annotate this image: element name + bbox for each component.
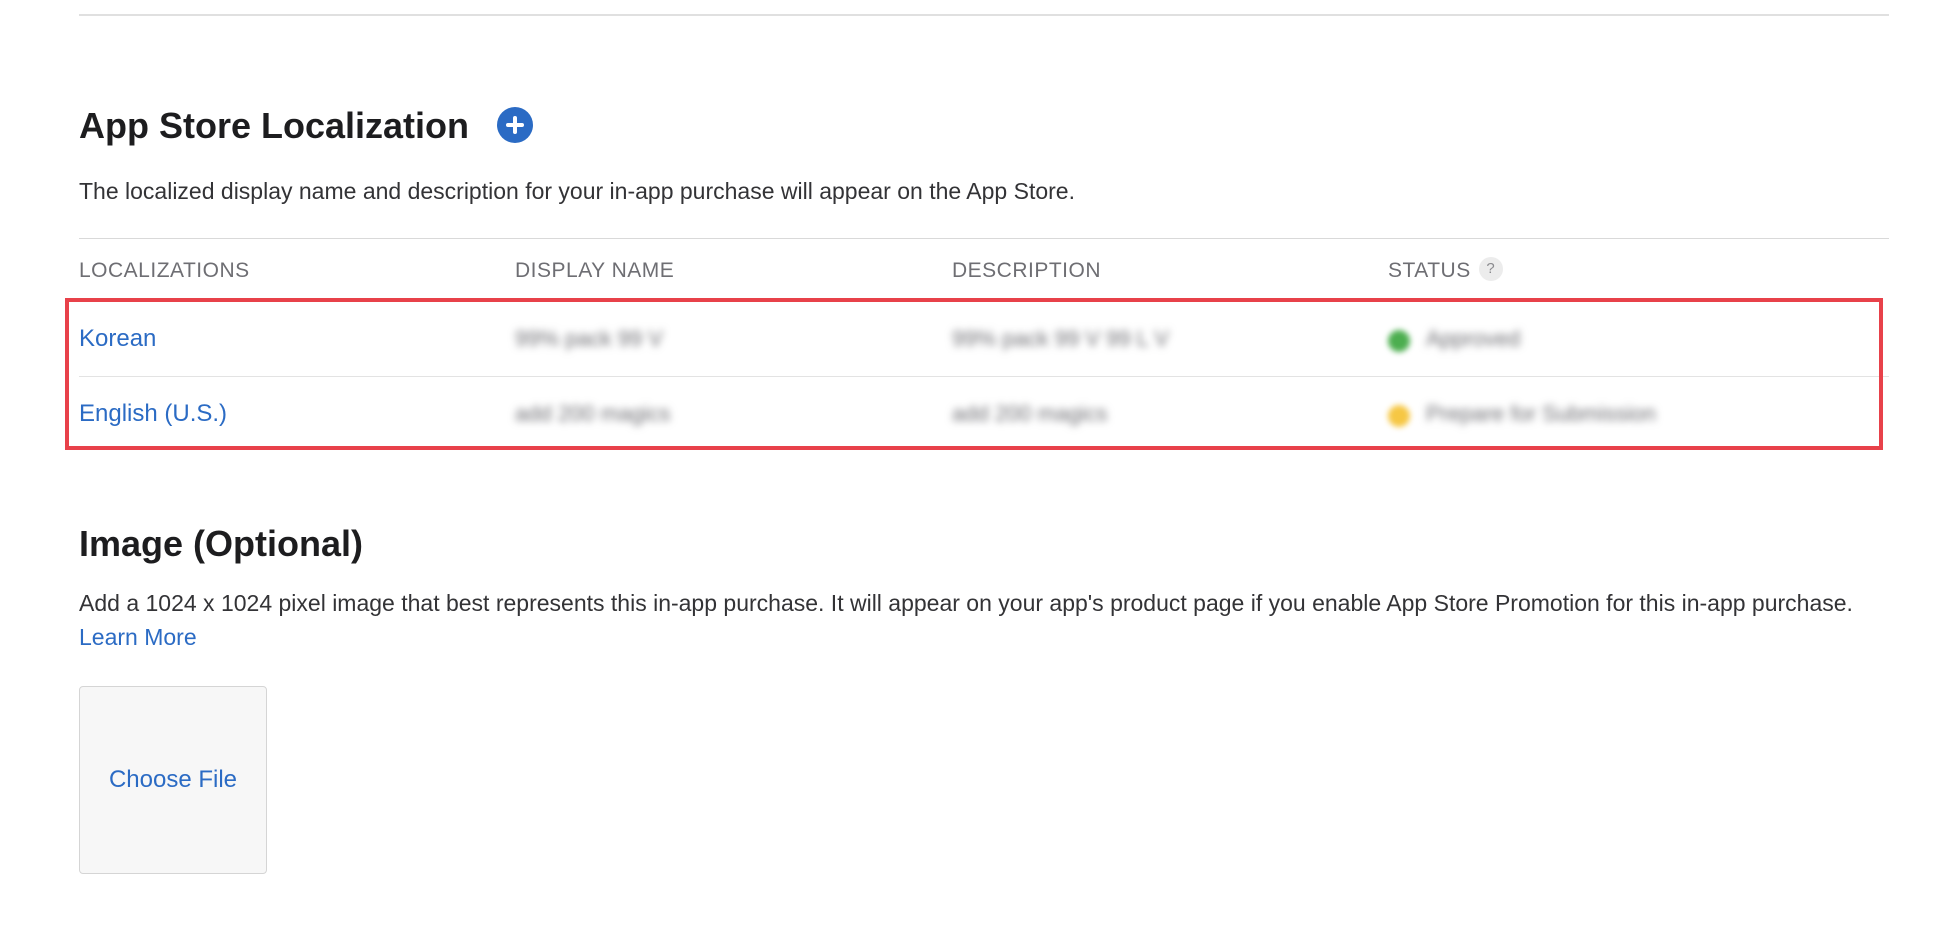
- description-cell: 99% pack 99 V 99 L V: [952, 326, 1169, 351]
- image-section-title: Image (Optional): [79, 523, 364, 564]
- learn-more-link[interactable]: Learn More: [79, 624, 197, 650]
- status-header-label: STATUS: [1388, 259, 1471, 282]
- table-row[interactable]: Korean 99% pack 99 V 99% pack 99 V 99 L …: [79, 302, 1889, 376]
- top-divider: [79, 14, 1889, 16]
- column-header-display-name: DISPLAY NAME: [515, 259, 675, 282]
- table-row[interactable]: English (U.S.) add 200 magics add 200 ma…: [79, 377, 1889, 451]
- choose-file-button[interactable]: Choose File: [80, 765, 266, 795]
- table-divider: [79, 238, 1889, 239]
- column-header-description: DESCRIPTION: [952, 259, 1102, 282]
- help-icon[interactable]: ?: [1478, 257, 1503, 282]
- column-header-localizations: LOCALIZATIONS: [79, 259, 250, 282]
- status-dot-icon: [1388, 405, 1410, 427]
- image-description-text: Add a 1024 x 1024 pixel image that best …: [79, 590, 1853, 616]
- localization-section-description: The localized display name and descripti…: [79, 178, 1075, 204]
- localization-section-title: App Store Localization: [79, 105, 470, 146]
- choose-file-dropzone[interactable]: Choose File: [79, 686, 267, 874]
- plus-circle-icon[interactable]: [497, 107, 533, 143]
- display-name-cell: 99% pack 99 V: [515, 326, 663, 351]
- localization-link-english-us[interactable]: English (U.S.): [79, 399, 227, 429]
- column-header-status: STATUS?: [1388, 257, 1503, 284]
- image-section-description: Add a 1024 x 1024 pixel image that best …: [79, 586, 1889, 654]
- status-dot-icon: [1388, 330, 1410, 352]
- status-cell: Prepare for Submission: [1426, 401, 1656, 426]
- status-cell: Approved: [1426, 326, 1521, 351]
- display-name-cell: add 200 magics: [515, 401, 671, 426]
- description-cell: add 200 magics: [952, 401, 1108, 426]
- localization-link-korean[interactable]: Korean: [79, 324, 156, 354]
